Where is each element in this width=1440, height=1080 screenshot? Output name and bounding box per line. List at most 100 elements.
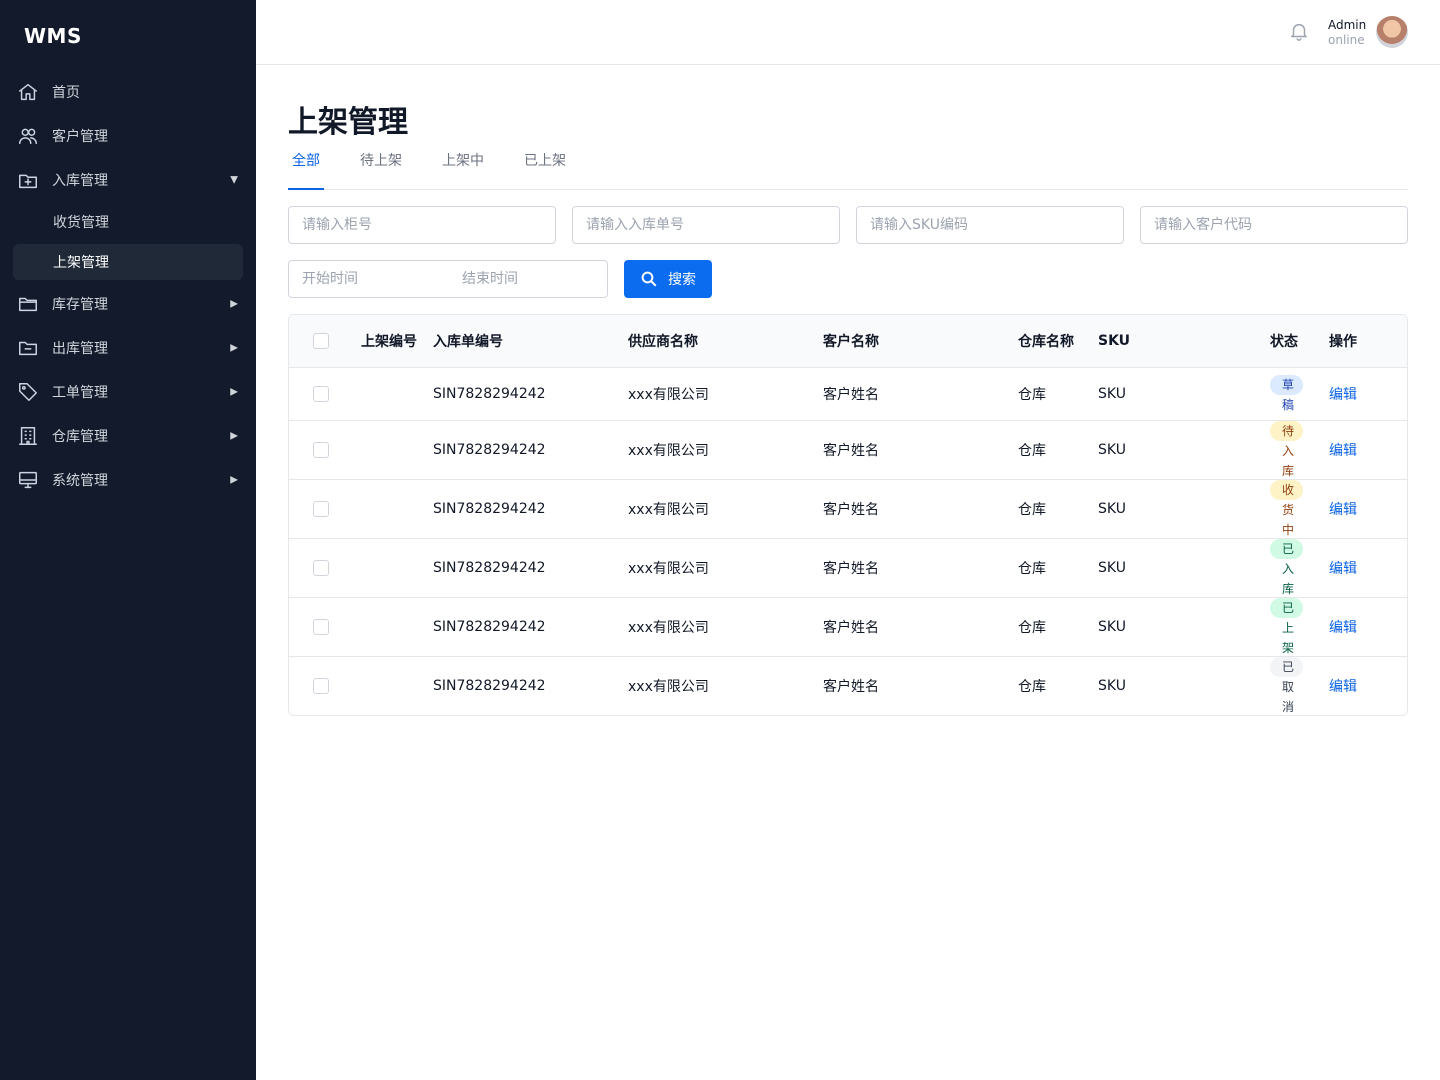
row-checkbox[interactable] xyxy=(313,385,329,402)
cell-action: 编辑 xyxy=(1329,655,1407,715)
edit-link[interactable]: 编辑 xyxy=(1329,502,1357,518)
cell-sku: SKU xyxy=(1098,419,1270,479)
col-header-action: 操作 xyxy=(1329,333,1357,350)
table-row: SIN7828294242 xxx有限公司 客户姓名 仓库 SKU 草稿 编辑 xyxy=(289,366,1407,420)
sku-input[interactable] xyxy=(856,206,1124,244)
sidebar-item-label: 库存管理 xyxy=(52,297,108,313)
user-name: Admin xyxy=(1328,18,1367,32)
cell-supplier: xxx有限公司 xyxy=(628,596,823,656)
sidebar-item-inventory[interactable]: 库存管理 ▶ xyxy=(0,282,256,326)
cell-shelf-no xyxy=(361,419,433,479)
chevron-right-icon: ▶ xyxy=(230,342,238,354)
status-badge: 待入库 xyxy=(1270,420,1303,478)
row-checkbox[interactable] xyxy=(313,441,329,458)
sidebar-item-label: 入库管理 xyxy=(52,173,108,189)
cell-shelf-no xyxy=(361,596,433,656)
bell-icon[interactable] xyxy=(1288,20,1312,44)
app-logo: WMS xyxy=(24,24,82,48)
cell-action: 编辑 xyxy=(1329,596,1407,656)
col-header-customer: 客户名称 xyxy=(823,333,879,350)
user-info[interactable]: Admin online xyxy=(1328,17,1367,47)
date-range-picker xyxy=(288,260,609,298)
sidebar-item-warehouse[interactable]: 仓库管理 ▶ xyxy=(0,414,256,458)
cell-warehouse: 仓库 xyxy=(1018,537,1098,597)
avatar[interactable] xyxy=(1376,16,1408,48)
table-row: SIN7828294242 xxx有限公司 客户姓名 仓库 SKU 已取消 编辑 xyxy=(289,655,1407,715)
sidebar-item-label: 客户管理 xyxy=(52,129,108,145)
cell-shelf-no xyxy=(361,478,433,538)
sidebar-item-system[interactable]: 系统管理 ▶ xyxy=(0,458,256,502)
sidebar-subitem-receiving[interactable]: 收货管理 xyxy=(0,202,256,242)
inbound-no-input[interactable] xyxy=(572,206,840,244)
cell-sku: SKU xyxy=(1098,537,1270,597)
cell-action: 编辑 xyxy=(1329,419,1407,479)
chevron-right-icon: ▶ xyxy=(230,298,238,310)
sidebar-nav: 首页 客户管理 入库管理 ▼ 收货管理 上架管理 库存管理 ▶ 出库管理 ▶ 工… xyxy=(0,70,256,502)
folder-minus-icon xyxy=(16,336,40,360)
sidebar-item-home[interactable]: 首页 xyxy=(0,70,256,114)
sidebar-item-outbound[interactable]: 出库管理 ▶ xyxy=(0,326,256,370)
status-badge: 草稿 xyxy=(1270,374,1303,412)
col-header-shelf-no: 上架编号 xyxy=(361,333,417,350)
cell-status: 草稿 xyxy=(1270,366,1329,420)
sidebar-item-inbound[interactable]: 入库管理 ▼ xyxy=(0,158,256,202)
sidebar-item-label: 工单管理 xyxy=(52,385,108,401)
cell-action: 编辑 xyxy=(1329,537,1407,597)
tab-done[interactable]: 已上架 xyxy=(524,149,566,190)
sidebar-item-workorders[interactable]: 工单管理 ▶ xyxy=(0,370,256,414)
customer-code-input[interactable] xyxy=(1140,206,1408,244)
chevron-right-icon: ▶ xyxy=(230,430,238,442)
col-header-warehouse: 仓库名称 xyxy=(1018,333,1074,350)
end-date-input[interactable] xyxy=(449,261,609,297)
search-button[interactable]: 搜索 xyxy=(624,260,712,298)
cell-action: 编辑 xyxy=(1329,366,1407,420)
tab-all[interactable]: 全部 xyxy=(288,149,324,190)
putaway-table: 上架编号 入库单编号 供应商名称 客户名称 仓库名称 SKU 状态 操作 SIN… xyxy=(288,314,1408,716)
edit-link[interactable]: 编辑 xyxy=(1329,620,1357,636)
start-date-input[interactable] xyxy=(289,261,449,297)
cell-warehouse: 仓库 xyxy=(1018,478,1098,538)
user-status: online xyxy=(1328,33,1365,47)
table-header-row: 上架编号 入库单编号 供应商名称 客户名称 仓库名称 SKU 状态 操作 xyxy=(289,315,1407,367)
edit-link[interactable]: 编辑 xyxy=(1329,679,1357,695)
cell-supplier: xxx有限公司 xyxy=(628,366,823,420)
row-checkbox[interactable] xyxy=(313,677,329,694)
page-title: 上架管理 xyxy=(288,105,408,140)
cell-inbound-no: SIN7828294242 xyxy=(433,478,628,538)
cell-inbound-no: SIN7828294242 xyxy=(433,366,628,420)
select-all-cell xyxy=(289,315,361,367)
cell-customer: 客户姓名 xyxy=(823,537,1018,597)
cell-shelf-no xyxy=(361,537,433,597)
sidebar-subitem-putaway[interactable]: 上架管理 xyxy=(13,244,243,280)
tab-in-progress[interactable]: 上架中 xyxy=(442,149,484,190)
edit-link[interactable]: 编辑 xyxy=(1329,443,1357,459)
tab-pending[interactable]: 待上架 xyxy=(360,149,402,190)
monitor-icon xyxy=(16,468,40,492)
cell-supplier: xxx有限公司 xyxy=(628,478,823,538)
select-all-checkbox[interactable] xyxy=(313,332,329,349)
edit-link[interactable]: 编辑 xyxy=(1329,387,1357,403)
row-select-cell xyxy=(289,419,361,479)
sidebar-item-label: 系统管理 xyxy=(52,473,108,489)
row-checkbox[interactable] xyxy=(313,618,329,635)
sidebar-item-customers[interactable]: 客户管理 xyxy=(0,114,256,158)
cell-customer: 客户姓名 xyxy=(823,419,1018,479)
cell-customer: 客户姓名 xyxy=(823,366,1018,420)
search-icon xyxy=(641,271,657,287)
col-header-inbound-no: 入库单编号 xyxy=(433,333,503,350)
cell-warehouse: 仓库 xyxy=(1018,366,1098,420)
container-input[interactable] xyxy=(288,206,556,244)
chevron-right-icon: ▶ xyxy=(230,386,238,398)
cell-shelf-no xyxy=(361,366,433,420)
building-icon xyxy=(16,424,40,448)
status-badge: 已取消 xyxy=(1270,656,1303,714)
edit-link[interactable]: 编辑 xyxy=(1329,561,1357,577)
table-row: SIN7828294242 xxx有限公司 客户姓名 仓库 SKU 收货中 编辑 xyxy=(289,478,1407,538)
row-checkbox[interactable] xyxy=(313,559,329,576)
row-select-cell xyxy=(289,655,361,715)
home-icon xyxy=(16,80,40,104)
table-row: SIN7828294242 xxx有限公司 客户姓名 仓库 SKU 待入库 编辑 xyxy=(289,419,1407,479)
row-checkbox[interactable] xyxy=(313,500,329,517)
col-header-supplier: 供应商名称 xyxy=(628,333,698,350)
cell-sku: SKU xyxy=(1098,655,1270,715)
